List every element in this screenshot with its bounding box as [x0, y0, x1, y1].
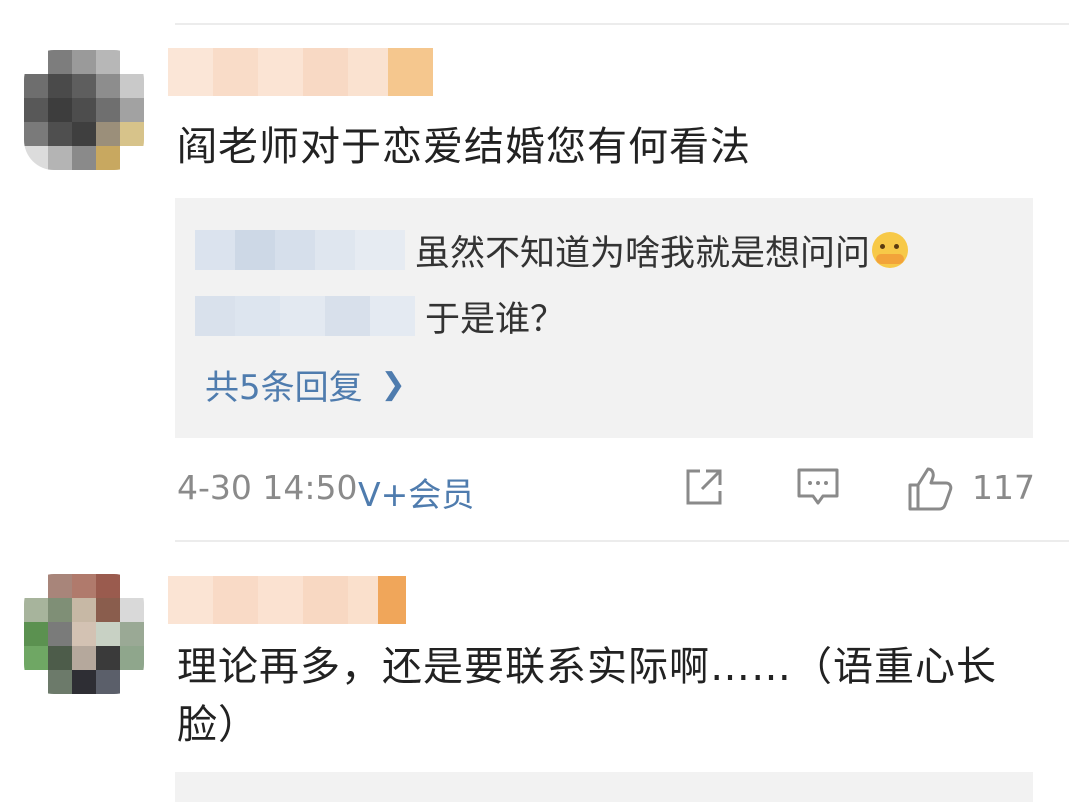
- avatar[interactable]: [24, 50, 144, 170]
- username-pixelated[interactable]: [168, 576, 406, 624]
- comment-text: 理论再多，还是要联系实际啊……（语重心长脸）: [177, 644, 997, 748]
- thumbs-up-icon: [908, 467, 953, 511]
- vip-badge[interactable]: V+会员: [358, 468, 474, 516]
- comment-divider: [175, 540, 1069, 542]
- top-divider: [175, 23, 1069, 25]
- share-button[interactable]: [682, 465, 726, 513]
- reply-username-pixelated[interactable]: [195, 230, 405, 270]
- chevron-right-icon: ❯: [380, 367, 406, 402]
- more-replies-label: 共5条回复: [205, 368, 363, 408]
- like-button[interactable]: [906, 465, 954, 517]
- hugging-face-emoji: [872, 232, 909, 268]
- reply-item[interactable]: 于是谁？: [195, 292, 565, 340]
- share-icon: [686, 469, 722, 505]
- more-replies-link[interactable]: 共5条回复 ❯: [205, 360, 406, 409]
- reply-text: 虽然不知道为啥我就是想问问: [415, 233, 871, 274]
- reply-username-pixelated[interactable]: [195, 296, 415, 336]
- reply-text: 于是谁？: [425, 299, 566, 340]
- comment-text: 阎老师对于恋爱结婚您有何看法: [177, 124, 751, 170]
- comment-timestamp: 4-30 14:50: [177, 468, 358, 507]
- username-pixelated[interactable]: [168, 48, 433, 96]
- reply-item[interactable]: 虽然不知道为啥我就是想问问: [195, 226, 909, 274]
- reply-box[interactable]: [175, 772, 1033, 802]
- comment-icon: [797, 468, 839, 505]
- reply-box[interactable]: 虽然不知道为啥我就是想问问 于是谁？ 共5条回复 ❯: [175, 198, 1033, 438]
- like-count: 117: [972, 468, 1035, 507]
- avatar[interactable]: [24, 574, 144, 694]
- comment-button[interactable]: [796, 465, 840, 515]
